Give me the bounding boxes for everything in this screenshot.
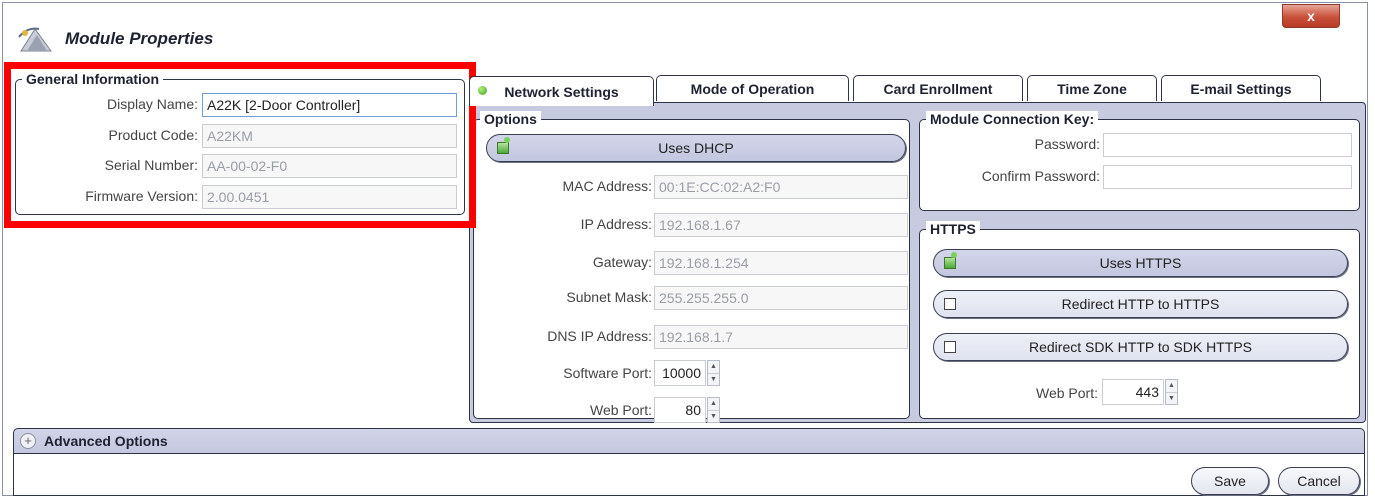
options-group: Options Uses DHCP MAC Address: 00:1E:CC:… bbox=[473, 111, 910, 423]
tab-label: Time Zone bbox=[1057, 80, 1127, 97]
tab-label: Card Enrollment bbox=[883, 80, 993, 97]
tab-mode-of-operation[interactable]: Mode of Operation bbox=[656, 75, 849, 101]
cancel-button[interactable]: Cancel bbox=[1278, 467, 1360, 495]
software-port-input[interactable]: 10000 bbox=[654, 360, 706, 386]
status-dot-icon bbox=[478, 86, 487, 95]
tab-email-settings[interactable]: E-mail Settings bbox=[1161, 75, 1321, 101]
confirm-password-field[interactable] bbox=[1103, 165, 1352, 189]
window-title: Module Properties bbox=[65, 29, 214, 48]
uses-dhcp-toggle[interactable]: Uses DHCP bbox=[486, 134, 906, 162]
uses-dhcp-label: Uses DHCP bbox=[658, 140, 734, 156]
stepper-down-icon[interactable]: ▼ bbox=[1166, 393, 1177, 405]
software-port-label: Software Port: bbox=[563, 365, 652, 381]
expand-plus-icon[interactable]: + bbox=[20, 433, 36, 449]
stepper-up-icon[interactable]: ▲ bbox=[1166, 380, 1177, 393]
advanced-options-label: Advanced Options bbox=[44, 433, 168, 449]
password-field[interactable] bbox=[1103, 133, 1352, 157]
stepper-down-icon[interactable]: ▼ bbox=[708, 374, 719, 386]
save-button[interactable]: Save bbox=[1191, 467, 1269, 495]
redirect-sdk-http-label: Redirect SDK HTTP to SDK HTTPS bbox=[1028, 339, 1252, 355]
web-port-label: Web Port: bbox=[590, 402, 652, 418]
gateway-label: Gateway: bbox=[592, 254, 652, 270]
tab-time-zone[interactable]: Time Zone bbox=[1027, 75, 1157, 101]
gateway-field[interactable]: 192.168.1.254 bbox=[654, 251, 908, 275]
uses-https-label: Uses HTTPS bbox=[1099, 255, 1182, 271]
checkbox-unchecked-icon bbox=[944, 341, 956, 353]
ip-address-label: IP Address: bbox=[580, 216, 652, 232]
checkbox-unchecked-icon bbox=[944, 298, 956, 310]
dns-ip-address-label: DNS IP Address: bbox=[547, 328, 652, 344]
tab-network-settings[interactable]: Network Settings bbox=[469, 76, 654, 106]
https-web-port-label: Web Port: bbox=[1036, 385, 1098, 401]
uses-https-toggle[interactable]: Uses HTTPS bbox=[933, 249, 1348, 277]
subnet-mask-field[interactable]: 255.255.255.0 bbox=[654, 286, 908, 310]
module-connection-key-legend: Module Connection Key: bbox=[926, 111, 1099, 127]
checkbox-checked-icon bbox=[497, 137, 510, 154]
ip-address-field[interactable]: 192.168.1.67 bbox=[654, 213, 908, 237]
module-connection-key-group: Module Connection Key: Password: Confirm… bbox=[919, 111, 1360, 211]
web-port-input[interactable]: 80 bbox=[654, 397, 706, 423]
tab-label: Network Settings bbox=[504, 83, 619, 100]
https-web-port-stepper[interactable]: ▲ ▼ bbox=[1165, 379, 1178, 405]
redirect-http-label: Redirect HTTP to HTTPS bbox=[1061, 296, 1220, 312]
web-port-stepper[interactable]: ▲ ▼ bbox=[707, 397, 720, 423]
advanced-options-header[interactable]: + Advanced Options bbox=[13, 428, 1365, 454]
redirect-sdk-http-toggle[interactable]: Redirect SDK HTTP to SDK HTTPS bbox=[933, 333, 1348, 361]
mac-address-field[interactable]: 00:1E:CC:02:A2:F0 bbox=[654, 175, 908, 199]
close-button[interactable]: x bbox=[1282, 4, 1340, 28]
close-icon: x bbox=[1307, 8, 1315, 24]
options-legend: Options bbox=[480, 111, 541, 127]
stepper-up-icon[interactable]: ▲ bbox=[708, 361, 719, 374]
tab-label: E-mail Settings bbox=[1190, 80, 1292, 97]
stepper-up-icon[interactable]: ▲ bbox=[708, 398, 719, 411]
dns-ip-address-field[interactable]: 192.168.1.7 bbox=[654, 325, 908, 349]
mac-address-label: MAC Address: bbox=[562, 178, 652, 194]
subnet-mask-label: Subnet Mask: bbox=[566, 289, 652, 305]
title-bar: Module Properties x bbox=[3, 3, 1367, 65]
https-legend: HTTPS bbox=[926, 221, 980, 237]
highlight-rectangle bbox=[4, 62, 476, 228]
advanced-options-body bbox=[13, 454, 1365, 496]
https-group: HTTPS Uses HTTPS Redirect HTTP to HTTPS … bbox=[919, 221, 1360, 419]
app-logo-icon bbox=[18, 27, 52, 52]
checkbox-checked-icon bbox=[944, 252, 957, 269]
confirm-password-label: Confirm Password: bbox=[981, 168, 1100, 184]
stepper-down-icon[interactable]: ▼ bbox=[708, 411, 719, 423]
network-settings-panel: Options Uses DHCP MAC Address: 00:1E:CC:… bbox=[469, 102, 1366, 423]
tab-card-enrollment[interactable]: Card Enrollment bbox=[853, 75, 1023, 101]
https-web-port-input[interactable]: 443 bbox=[1102, 379, 1164, 405]
redirect-http-toggle[interactable]: Redirect HTTP to HTTPS bbox=[933, 290, 1348, 318]
tab-label: Mode of Operation bbox=[690, 80, 815, 97]
password-label: Password: bbox=[1034, 136, 1100, 152]
software-port-stepper[interactable]: ▲ ▼ bbox=[707, 360, 720, 386]
